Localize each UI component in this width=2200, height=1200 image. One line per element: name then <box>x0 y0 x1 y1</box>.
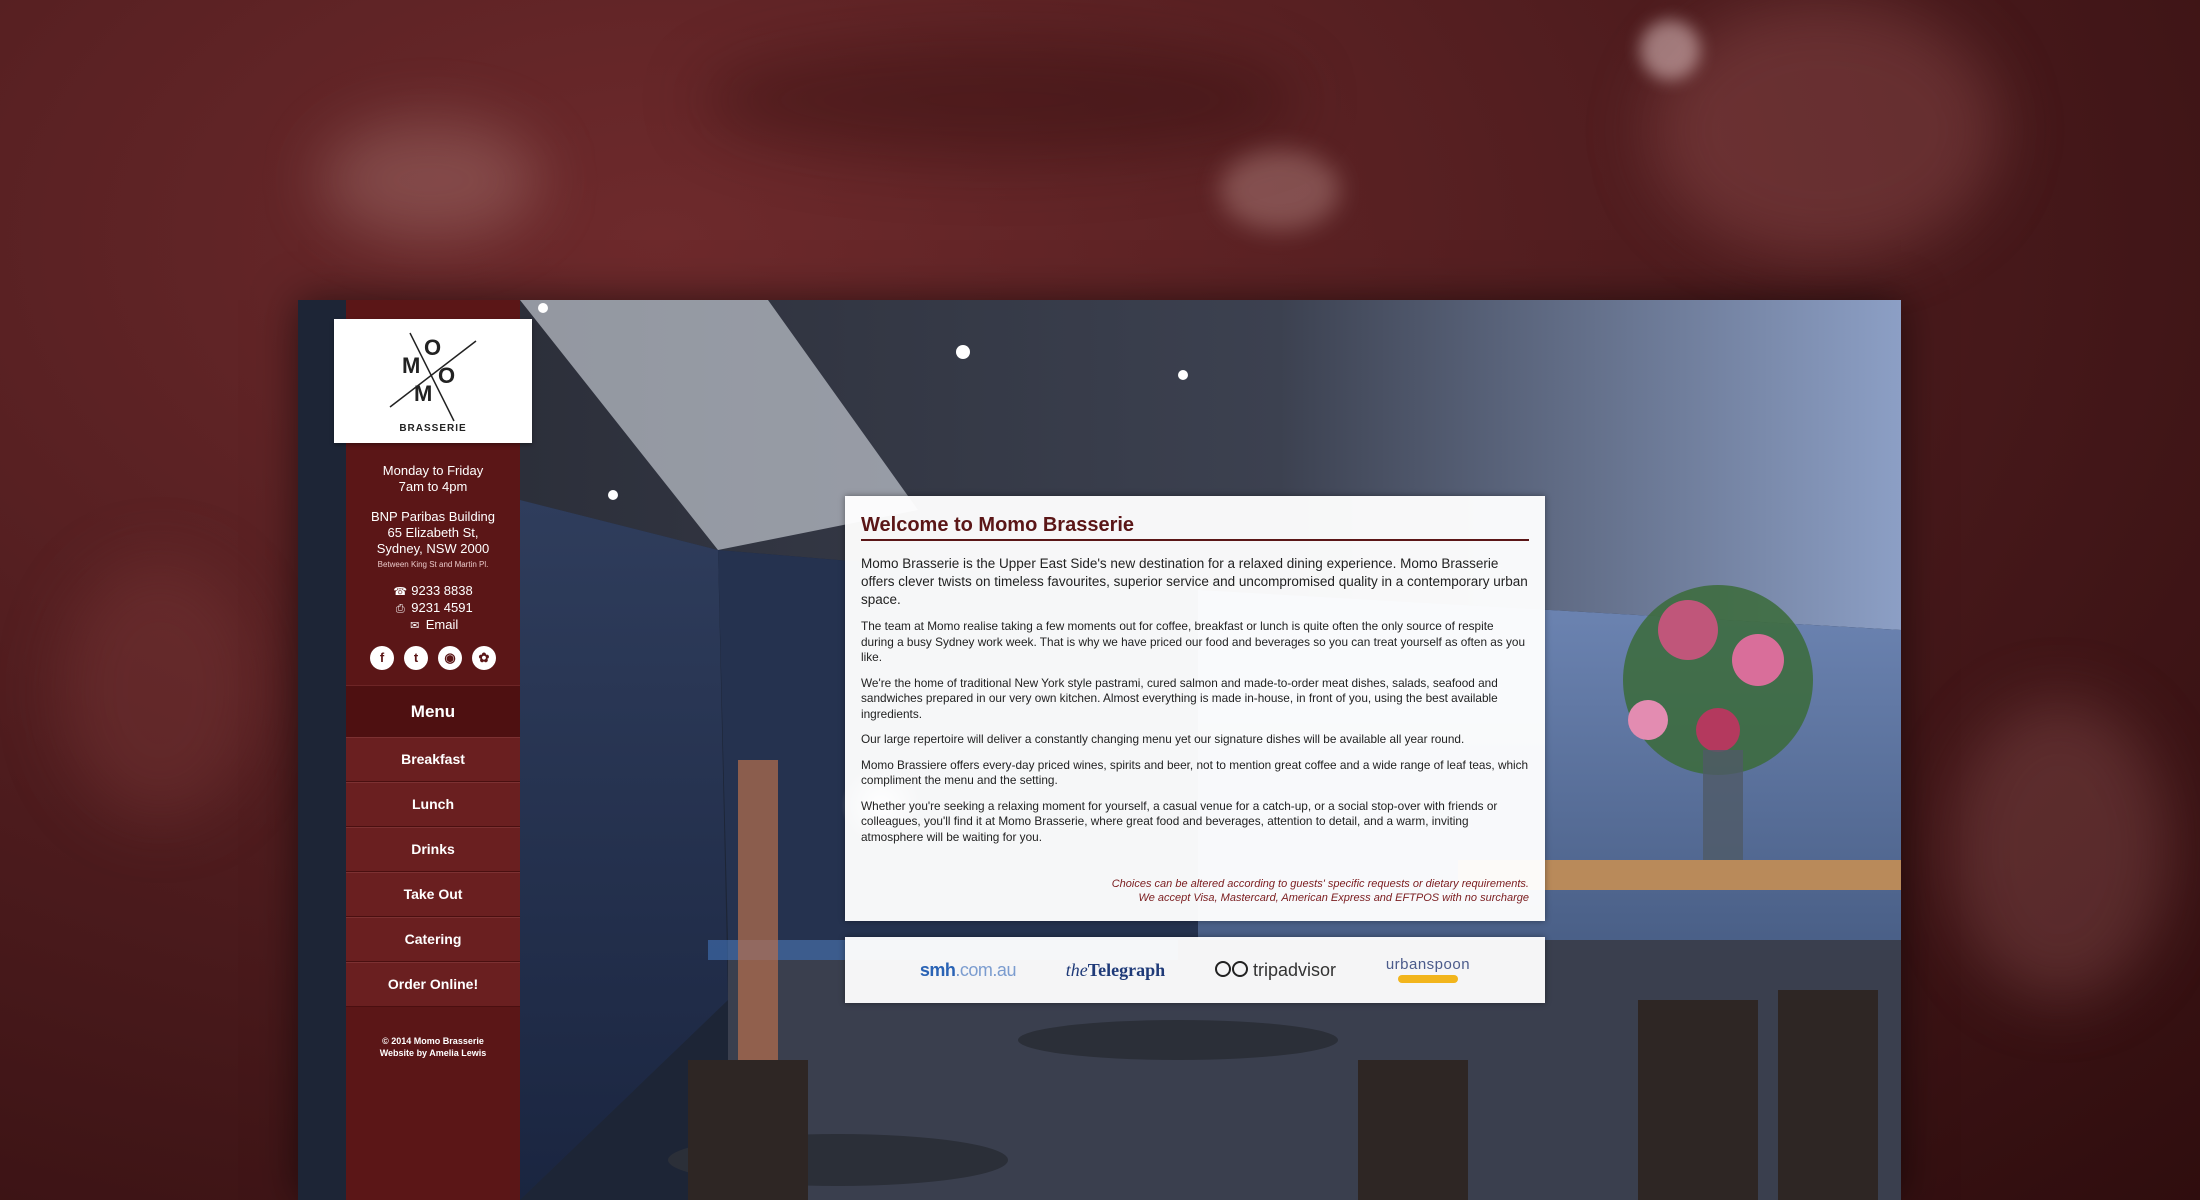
logo-wordmark: BRASSERIE <box>399 423 467 434</box>
welcome-note: Choices can be altered according to gues… <box>1112 877 1529 905</box>
welcome-title: Welcome to Momo Brasserie <box>861 514 1529 541</box>
welcome-paragraph: The team at Momo realise taking a few mo… <box>861 619 1526 664</box>
menu-item-take-out[interactable]: Take Out <box>346 872 520 917</box>
menu-nav: Breakfast Lunch Drinks Take Out Catering… <box>346 737 520 1007</box>
phone-row[interactable]: ☎ 9233 8838 <box>346 583 520 600</box>
email-link[interactable]: ✉ Email <box>346 617 520 634</box>
address-between: Between King St and Martin Pl. <box>377 560 489 569</box>
svg-text:M: M <box>414 381 432 406</box>
welcome-paragraph: Our large repertoire will deliver a cons… <box>861 732 1465 746</box>
facebook-icon[interactable]: f <box>370 646 394 670</box>
menu-item-drinks[interactable]: Drinks <box>346 827 520 872</box>
momo-brasserie-logo[interactable]: M O M O BRASSERIE <box>334 319 532 443</box>
smh-logo[interactable]: smh.com.au <box>919 959 1017 981</box>
svg-text:O: O <box>438 363 455 388</box>
telegraph-logo[interactable]: theTelegraph <box>1066 960 1165 981</box>
footer: © 2014 Momo Brasserie Website by Amelia … <box>346 1035 520 1059</box>
foursquare-icon[interactable]: ✿ <box>472 646 496 670</box>
smh-main: smh <box>919 959 956 980</box>
payment-note: We accept Visa, Mastercard, American Exp… <box>1138 892 1529 904</box>
fax-icon: ⎙ <box>395 603 405 615</box>
press-logos: smh.com.au theTelegraph tripadvisor urba… <box>845 937 1545 1003</box>
urbanspoon-logo[interactable]: urbanspoon <box>1386 957 1470 983</box>
svg-text:M: M <box>402 353 420 378</box>
owl-icon <box>1214 961 1249 979</box>
telegraph-name: Telegraph <box>1087 959 1166 980</box>
website-screenshot: M O M O BRASSERIE Monday to Friday 7am t… <box>298 300 1901 1200</box>
sidebar: M O M O BRASSERIE Monday to Friday 7am t… <box>334 300 532 1200</box>
copyright-text: © 2014 Momo Brasserie <box>382 1036 484 1046</box>
hours-days: Monday to Friday <box>382 463 484 478</box>
menu-item-lunch[interactable]: Lunch <box>346 782 520 827</box>
svg-text:O: O <box>424 335 441 360</box>
welcome-paragraph: Whether you're seeking a relaxing moment… <box>861 798 1498 844</box>
welcome-paragraph: Momo Brassiere offers every-day priced w… <box>861 757 1529 788</box>
address-line1: BNP Paribas Building <box>370 509 496 524</box>
momo-logo-icon: M O M O <box>389 332 477 422</box>
phone-number: 9233 8838 <box>411 583 473 598</box>
business-info: Monday to Friday 7am to 4pm BNP Paribas … <box>346 463 520 670</box>
fax-number: 9231 4591 <box>411 600 473 615</box>
hours-time: 7am to 4pm <box>398 479 468 494</box>
welcome-lead: Momo Brasserie is the Upper East Side's … <box>861 556 1528 607</box>
phone-icon: ☎ <box>393 586 408 598</box>
menu-heading[interactable]: Menu <box>346 685 520 738</box>
welcome-paragraph: We're the home of traditional New York s… <box>861 675 1498 721</box>
tripadvisor-logo[interactable]: tripadvisor <box>1214 959 1336 981</box>
email-label: Email <box>425 617 459 632</box>
instagram-icon[interactable]: ◉ <box>438 646 462 670</box>
contact-block: ☎ 9233 8838 ⎙ 9231 4591 ✉ Email <box>346 583 520 634</box>
telegraph-the: the <box>1065 959 1088 980</box>
envelope-icon: ✉ <box>410 620 420 632</box>
spoon-icon <box>1397 975 1458 983</box>
menu-item-breakfast[interactable]: Breakfast <box>346 737 520 782</box>
tripadvisor-text: tripadvisor <box>1252 959 1336 980</box>
twitter-icon[interactable]: t <box>404 646 428 670</box>
urbanspoon-text: urbanspoon <box>1385 956 1471 973</box>
menu-item-order-online[interactable]: Order Online! <box>346 962 520 1007</box>
fax-row: ⎙ 9231 4591 <box>346 600 520 617</box>
address-line3: Sydney, NSW 2000 <box>376 541 490 556</box>
welcome-panel: Welcome to Momo Brasserie Momo Brasserie… <box>845 496 1545 921</box>
social-links: f t ◉ ✿ <box>346 646 520 670</box>
website-credit[interactable]: Website by Amelia Lewis <box>346 1047 520 1059</box>
smh-domain: .com.au <box>955 959 1016 980</box>
menu-item-catering[interactable]: Catering <box>346 917 520 962</box>
address-line2: 65 Elizabeth St, <box>387 525 479 540</box>
dietary-note: Choices can be altered according to gues… <box>1111 878 1529 890</box>
